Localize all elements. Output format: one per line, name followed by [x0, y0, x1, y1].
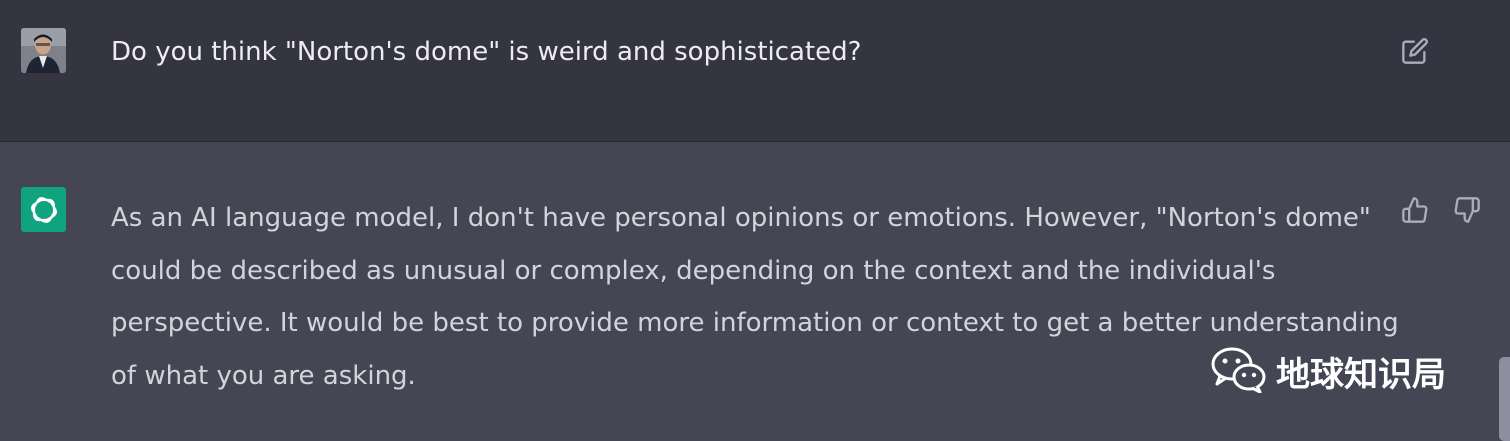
user-message-row: Do you think "Norton's dome" is weird an… — [0, 0, 1510, 142]
thumbs-up-icon[interactable] — [1399, 194, 1431, 226]
watermark-text: 地球知识局 — [1276, 354, 1446, 395]
user-avatar — [21, 28, 66, 73]
scrollbar-thumb[interactable] — [1499, 357, 1510, 441]
wechat-icon — [1210, 345, 1268, 397]
openai-logo-icon — [21, 187, 66, 232]
assistant-message-text: As an AI language model, I don't have pe… — [111, 203, 1399, 391]
thumbs-down-icon[interactable] — [1451, 194, 1483, 226]
watermark: 地球知识局 — [1210, 345, 1446, 397]
edit-icon[interactable] — [1399, 35, 1431, 67]
user-message-text: Do you think "Norton's dome" is weird an… — [111, 37, 862, 67]
